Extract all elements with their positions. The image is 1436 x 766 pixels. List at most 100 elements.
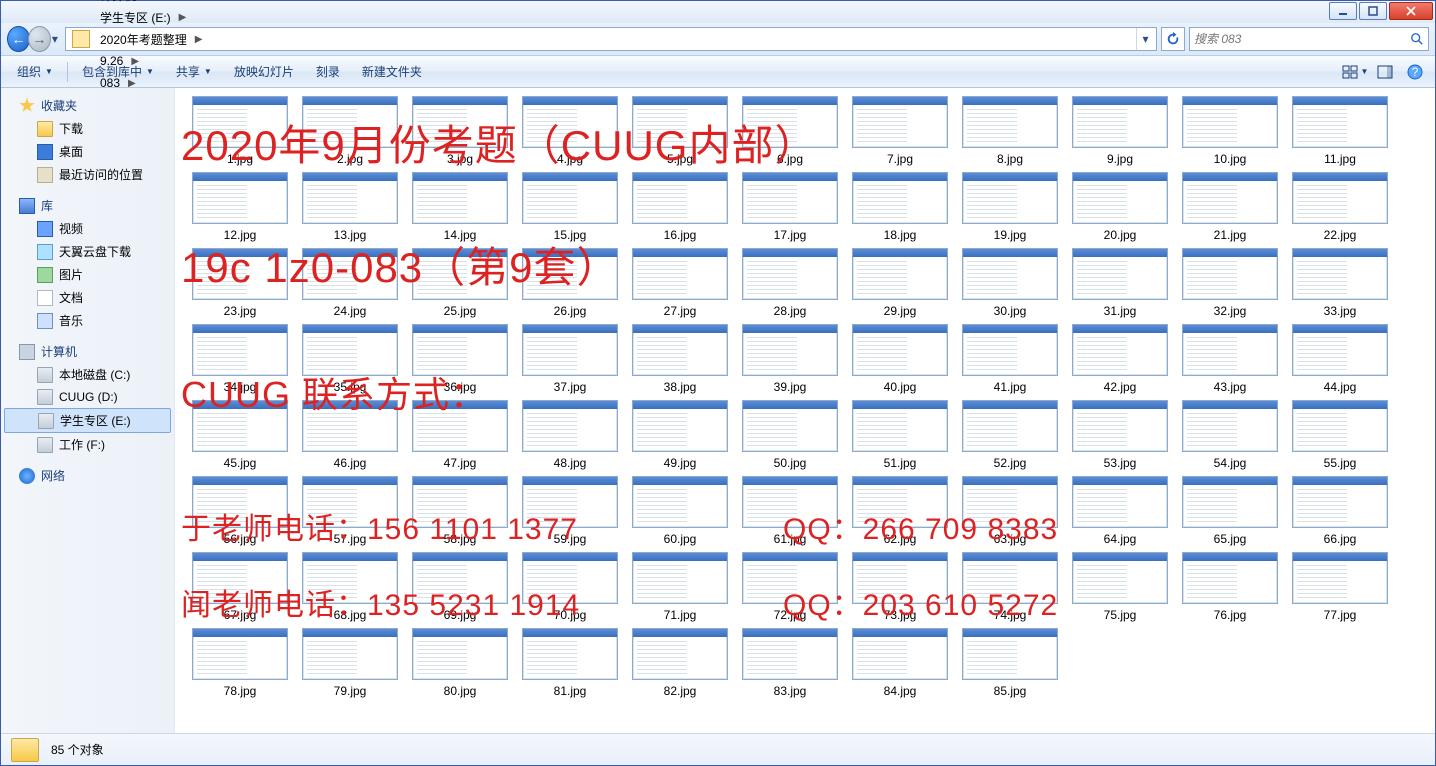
- sidebar-favorites[interactable]: 收藏夹: [1, 94, 174, 117]
- file-item[interactable]: 29.jpg: [845, 246, 955, 320]
- file-item[interactable]: 69.jpg: [405, 550, 515, 624]
- include-in-library-button[interactable]: 包含到库中▼: [72, 59, 164, 84]
- sidebar-drive-e[interactable]: 学生专区 (E:): [4, 408, 171, 433]
- file-item[interactable]: 55.jpg: [1285, 398, 1395, 472]
- file-item[interactable]: 83.jpg: [735, 626, 845, 700]
- file-item[interactable]: 30.jpg: [955, 246, 1065, 320]
- burn-button[interactable]: 刻录: [306, 59, 350, 84]
- file-item[interactable]: 85.jpg: [955, 626, 1065, 700]
- sidebar-pictures[interactable]: 图片: [1, 263, 174, 286]
- file-item[interactable]: 44.jpg: [1285, 322, 1395, 396]
- file-item[interactable]: 49.jpg: [625, 398, 735, 472]
- file-item[interactable]: 43.jpg: [1175, 322, 1285, 396]
- refresh-button[interactable]: [1161, 27, 1185, 51]
- file-item[interactable]: 65.jpg: [1175, 474, 1285, 548]
- file-item[interactable]: 66.jpg: [1285, 474, 1395, 548]
- file-item[interactable]: 79.jpg: [295, 626, 405, 700]
- file-item[interactable]: 25.jpg: [405, 246, 515, 320]
- sidebar-recent[interactable]: 最近访问的位置: [1, 163, 174, 186]
- file-item[interactable]: 14.jpg: [405, 170, 515, 244]
- file-item[interactable]: 21.jpg: [1175, 170, 1285, 244]
- file-item[interactable]: 16.jpg: [625, 170, 735, 244]
- file-item[interactable]: 54.jpg: [1175, 398, 1285, 472]
- file-item[interactable]: 8.jpg: [955, 94, 1065, 168]
- file-item[interactable]: 64.jpg: [1065, 474, 1175, 548]
- file-item[interactable]: 31.jpg: [1065, 246, 1175, 320]
- maximize-button[interactable]: [1359, 2, 1387, 20]
- file-item[interactable]: 51.jpg: [845, 398, 955, 472]
- file-item[interactable]: 18.jpg: [845, 170, 955, 244]
- file-grid[interactable]: 1.jpg2.jpg3.jpg4.jpg5.jpg6.jpg7.jpg8.jpg…: [175, 88, 1435, 733]
- file-item[interactable]: 32.jpg: [1175, 246, 1285, 320]
- file-item[interactable]: 3.jpg: [405, 94, 515, 168]
- sidebar-downloads[interactable]: 下载: [1, 117, 174, 140]
- file-item[interactable]: 7.jpg: [845, 94, 955, 168]
- file-item[interactable]: 27.jpg: [625, 246, 735, 320]
- file-item[interactable]: 72.jpg: [735, 550, 845, 624]
- file-item[interactable]: 47.jpg: [405, 398, 515, 472]
- sidebar-videos[interactable]: 视频: [1, 217, 174, 240]
- file-item[interactable]: 61.jpg: [735, 474, 845, 548]
- file-item[interactable]: 6.jpg: [735, 94, 845, 168]
- file-item[interactable]: 42.jpg: [1065, 322, 1175, 396]
- address-dropdown[interactable]: ▾: [1136, 28, 1154, 50]
- new-folder-button[interactable]: 新建文件夹: [352, 59, 432, 84]
- file-item[interactable]: 80.jpg: [405, 626, 515, 700]
- file-item[interactable]: 46.jpg: [295, 398, 405, 472]
- file-item[interactable]: 24.jpg: [295, 246, 405, 320]
- file-item[interactable]: 28.jpg: [735, 246, 845, 320]
- file-item[interactable]: 71.jpg: [625, 550, 735, 624]
- organize-button[interactable]: 组织▼: [7, 59, 63, 84]
- file-item[interactable]: 23.jpg: [185, 246, 295, 320]
- file-item[interactable]: 34.jpg: [185, 322, 295, 396]
- search-icon[interactable]: [1410, 32, 1424, 46]
- file-item[interactable]: 12.jpg: [185, 170, 295, 244]
- preview-pane-button[interactable]: [1371, 60, 1399, 84]
- share-button[interactable]: 共享▼: [166, 59, 222, 84]
- file-item[interactable]: 56.jpg: [185, 474, 295, 548]
- nav-history-dropdown[interactable]: ▾: [49, 26, 61, 52]
- sidebar-network[interactable]: 网络: [1, 464, 174, 487]
- file-item[interactable]: 35.jpg: [295, 322, 405, 396]
- file-item[interactable]: 41.jpg: [955, 322, 1065, 396]
- forward-button[interactable]: →: [28, 26, 51, 52]
- close-button[interactable]: [1389, 2, 1433, 20]
- file-item[interactable]: 75.jpg: [1065, 550, 1175, 624]
- file-item[interactable]: 19.jpg: [955, 170, 1065, 244]
- file-item[interactable]: 4.jpg: [515, 94, 625, 168]
- sidebar-drive-c[interactable]: 本地磁盘 (C:): [1, 363, 174, 386]
- file-item[interactable]: 37.jpg: [515, 322, 625, 396]
- file-item[interactable]: 63.jpg: [955, 474, 1065, 548]
- back-button[interactable]: ←: [7, 26, 30, 52]
- file-item[interactable]: 57.jpg: [295, 474, 405, 548]
- sidebar-drive-d[interactable]: CUUG (D:): [1, 386, 174, 408]
- file-item[interactable]: 73.jpg: [845, 550, 955, 624]
- file-item[interactable]: 70.jpg: [515, 550, 625, 624]
- file-item[interactable]: 26.jpg: [515, 246, 625, 320]
- file-item[interactable]: 5.jpg: [625, 94, 735, 168]
- file-item[interactable]: 11.jpg: [1285, 94, 1395, 168]
- sidebar-cloud[interactable]: 天翼云盘下载: [1, 240, 174, 263]
- sidebar-desktop[interactable]: 桌面: [1, 140, 174, 163]
- sidebar-computer[interactable]: 计算机: [1, 340, 174, 363]
- file-item[interactable]: 39.jpg: [735, 322, 845, 396]
- file-item[interactable]: 48.jpg: [515, 398, 625, 472]
- help-button[interactable]: ?: [1401, 60, 1429, 84]
- chevron-right-icon[interactable]: ▶: [142, 0, 154, 1]
- file-item[interactable]: 33.jpg: [1285, 246, 1395, 320]
- file-item[interactable]: 9.jpg: [1065, 94, 1175, 168]
- file-item[interactable]: 81.jpg: [515, 626, 625, 700]
- file-item[interactable]: 74.jpg: [955, 550, 1065, 624]
- file-item[interactable]: 20.jpg: [1065, 170, 1175, 244]
- chevron-right-icon[interactable]: ▶: [177, 12, 189, 23]
- file-item[interactable]: 62.jpg: [845, 474, 955, 548]
- file-item[interactable]: 1.jpg: [185, 94, 295, 168]
- file-item[interactable]: 58.jpg: [405, 474, 515, 548]
- breadcrumb-item[interactable]: 2020年考题整理▶: [94, 28, 204, 50]
- file-item[interactable]: 17.jpg: [735, 170, 845, 244]
- slideshow-button[interactable]: 放映幻灯片: [224, 59, 304, 84]
- file-item[interactable]: 22.jpg: [1285, 170, 1395, 244]
- file-item[interactable]: 36.jpg: [405, 322, 515, 396]
- file-item[interactable]: 15.jpg: [515, 170, 625, 244]
- file-item[interactable]: 67.jpg: [185, 550, 295, 624]
